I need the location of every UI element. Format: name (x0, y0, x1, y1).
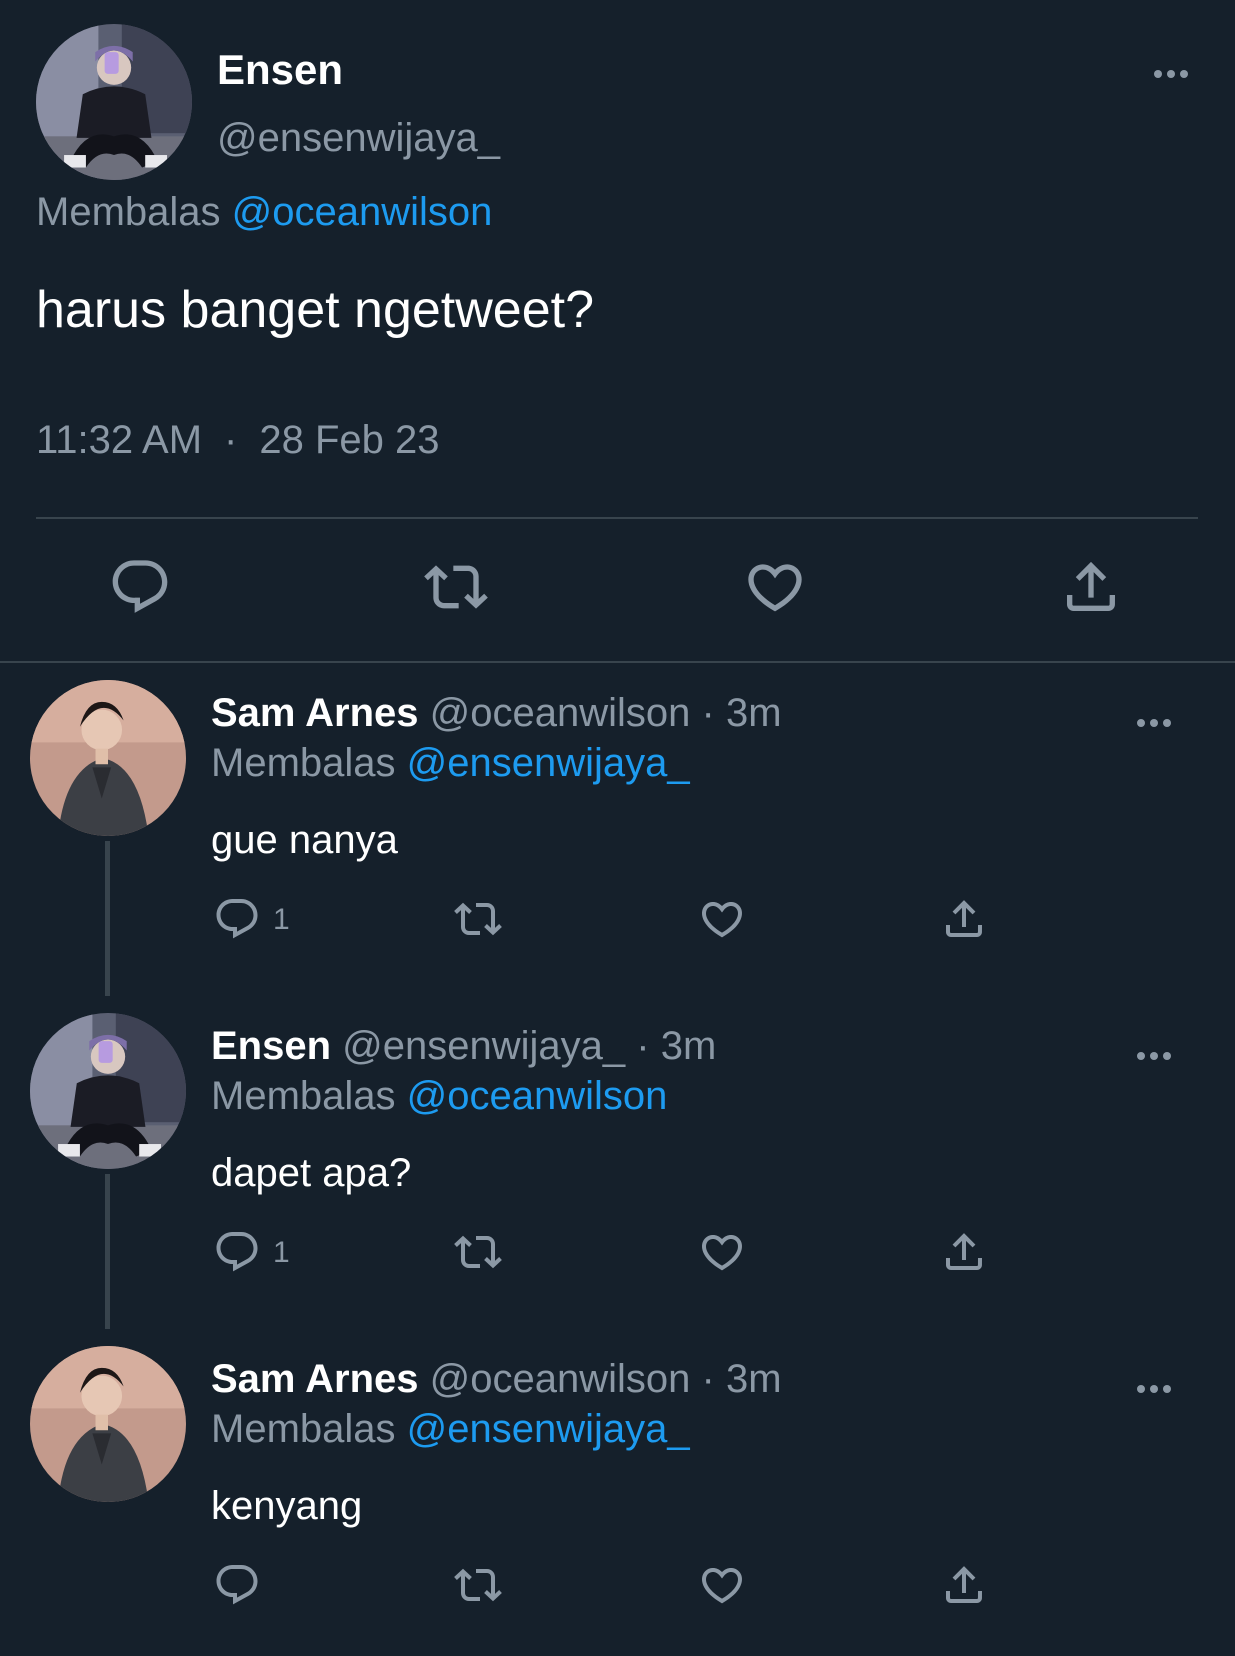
author-name[interactable]: Ensen (211, 1024, 331, 1068)
like-icon[interactable] (698, 895, 746, 943)
author-handle[interactable]: @ensenwijaya_ (217, 116, 500, 161)
tweet-time: 11:32 AM (36, 418, 203, 462)
divider (36, 517, 1198, 519)
replying-mention-link[interactable]: @oceanwilson (407, 1074, 668, 1118)
replying-mention-link[interactable]: @ensenwijaya_ (407, 741, 690, 785)
more-icon[interactable] (1150, 66, 1194, 80)
author-name[interactable]: Sam Arnes (211, 691, 419, 735)
share-icon[interactable] (940, 1228, 988, 1276)
replying-prefix: Membalas (211, 1407, 396, 1451)
meta-separator: · (224, 418, 238, 462)
more-icon[interactable] (1133, 1048, 1177, 1062)
reply-tweet[interactable]: Sam Arnes @oceanwilson · 3m Membalas @en… (0, 1329, 1235, 1656)
reply-icon[interactable] (108, 555, 172, 619)
main-tweet: Ensen @ensenwijaya_ Membalas @oceanwilso… (0, 0, 1235, 663)
author-handle[interactable]: @ensenwijaya_ (342, 1024, 625, 1068)
tweet-time[interactable]: 3m (726, 1357, 782, 1401)
tweet-text: dapet apa? (211, 1151, 412, 1195)
like-icon[interactable] (743, 555, 807, 619)
replying-mention-link[interactable]: @ensenwijaya_ (407, 1407, 690, 1451)
reply-tweet[interactable]: Sam Arnes @oceanwilson · 3m Membalas @en… (0, 663, 1235, 996)
more-icon[interactable] (1133, 1381, 1177, 1395)
time-separator: · (701, 691, 715, 735)
more-icon[interactable] (1133, 715, 1177, 729)
reply-tweet[interactable]: Ensen @ensenwijaya_ · 3m Membalas @ocean… (0, 996, 1235, 1329)
author-name[interactable]: Ensen (217, 46, 343, 94)
retweet-icon[interactable] (454, 895, 502, 943)
tweet-text: harus banget ngetweet? (36, 281, 594, 339)
share-icon[interactable] (940, 895, 988, 943)
tweet-time[interactable]: 3m (726, 691, 782, 735)
time-separator: · (636, 1024, 650, 1068)
share-icon[interactable] (1059, 555, 1123, 619)
like-icon[interactable] (698, 1561, 746, 1609)
retweet-icon[interactable] (424, 555, 488, 619)
author-name[interactable]: Sam Arnes (211, 1357, 419, 1401)
reply-header: Sam Arnes @oceanwilson · 3m (211, 1357, 782, 1402)
reply-icon[interactable] (213, 895, 261, 943)
tweet-action-bar (0, 555, 1235, 625)
reply-icon[interactable] (213, 1561, 261, 1609)
tweet-action-bar: 1 (0, 895, 1235, 945)
share-icon[interactable] (940, 1561, 988, 1609)
replying-to: Membalas @oceanwilson (211, 1074, 667, 1119)
avatar[interactable] (30, 680, 186, 836)
reply-header: Ensen @ensenwijaya_ · 3m (211, 1024, 716, 1069)
author-handle[interactable]: @oceanwilson (430, 1357, 691, 1401)
replying-prefix: Membalas (211, 741, 396, 785)
reply-count: 1 (273, 903, 290, 936)
time-separator: · (701, 1357, 715, 1401)
tweet-date: 28 Feb 23 (259, 418, 440, 462)
reply-icon[interactable] (213, 1228, 261, 1276)
tweet-action-bar: 1 (0, 1228, 1235, 1278)
avatar[interactable] (30, 1013, 186, 1169)
retweet-icon[interactable] (454, 1228, 502, 1276)
reply-header: Sam Arnes @oceanwilson · 3m (211, 691, 782, 736)
reply-count: 1 (273, 1236, 290, 1269)
replying-to: Membalas @ensenwijaya_ (211, 741, 690, 786)
replying-prefix: Membalas (36, 190, 221, 234)
tweet-timestamp[interactable]: 11:32 AM · 28 Feb 23 (36, 418, 440, 463)
replying-mention-link[interactable]: @oceanwilson (232, 190, 493, 234)
like-icon[interactable] (698, 1228, 746, 1276)
replying-prefix: Membalas (211, 1074, 396, 1118)
replying-to: Membalas @ensenwijaya_ (211, 1407, 690, 1452)
tweet-time[interactable]: 3m (661, 1024, 717, 1068)
tweet-text: gue nanya (211, 818, 398, 862)
tweet-text: kenyang (211, 1484, 363, 1528)
tweet-action-bar (0, 1561, 1235, 1611)
avatar[interactable] (36, 24, 192, 180)
tweet-thread-page: Ensen @ensenwijaya_ Membalas @oceanwilso… (0, 0, 1235, 1656)
replying-to: Membalas @oceanwilson (36, 190, 492, 235)
retweet-icon[interactable] (454, 1561, 502, 1609)
avatar[interactable] (30, 1346, 186, 1502)
author-handle[interactable]: @oceanwilson (430, 691, 691, 735)
